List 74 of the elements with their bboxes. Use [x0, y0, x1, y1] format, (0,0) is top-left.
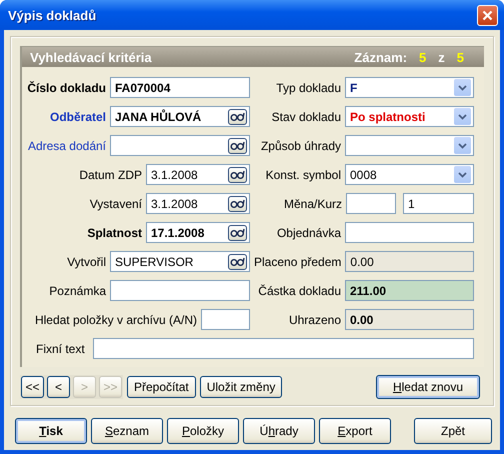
readonly-field: 0.00	[345, 309, 474, 330]
input-field[interactable]	[110, 280, 250, 301]
field-label: Konst. symbol	[266, 168, 341, 182]
field-label: Adresa dodání	[28, 138, 106, 152]
glasses-icon	[230, 228, 245, 237]
record-current: 5	[419, 50, 426, 64]
glasses-icon	[230, 199, 245, 208]
input-field[interactable]	[345, 222, 474, 243]
input-field[interactable]: SUPERVISOR	[110, 251, 250, 272]
lookup-button[interactable]	[228, 166, 247, 182]
footer-button[interactable]: Tisk	[15, 418, 87, 444]
input-field[interactable]	[201, 309, 250, 330]
input-field[interactable]: 3.1.2008	[146, 193, 250, 214]
field-label: Datum ZDP	[79, 168, 142, 182]
field-label: Typ dokladu	[276, 80, 341, 94]
action-button[interactable]: Přepočítat	[127, 376, 196, 398]
input-field[interactable]: JANA HŮLOVÁ	[110, 106, 250, 127]
field-label: Měna/Kurz	[284, 196, 342, 210]
record-of: z	[438, 50, 445, 64]
input-field[interactable]: 1	[403, 193, 474, 214]
chevron-down-icon	[458, 114, 467, 120]
chevron-down-icon	[458, 84, 467, 90]
footer-button[interactable]: Zpět	[414, 418, 492, 444]
nav-button[interactable]: <<	[21, 376, 44, 398]
field-label: Vytvořil	[67, 254, 106, 268]
record-label: Záznam:	[354, 50, 408, 64]
glasses-icon	[230, 141, 245, 150]
lookup-button[interactable]	[228, 224, 247, 240]
chevron-down-icon	[458, 142, 467, 148]
input-field[interactable]: FA070004	[110, 77, 250, 98]
close-icon	[482, 10, 493, 20]
dropdown-field[interactable]: Po splatnosti	[345, 106, 474, 127]
footer-button[interactable]: Seznam	[91, 418, 163, 444]
lookup-button[interactable]	[228, 138, 247, 154]
field-label: Objednávka	[276, 226, 341, 240]
footer-button[interactable]: Export	[319, 418, 391, 444]
dropdown-field[interactable]	[345, 135, 474, 156]
section-title: Vyhledávací kritéria	[30, 50, 152, 64]
lookup-button[interactable]	[228, 108, 247, 124]
glasses-icon	[230, 170, 245, 179]
field-label: Uhrazeno	[288, 312, 341, 326]
readonly-field: 0.00	[345, 251, 474, 272]
dropdown-field[interactable]: F	[345, 77, 474, 98]
field-label: Splatnost	[87, 226, 142, 240]
footer-button[interactable]: Úhrady	[243, 418, 315, 444]
field-label: Způsob úhrady	[260, 138, 341, 152]
field-label: Placeno předem	[254, 254, 342, 268]
window-title: Výpis dokladů	[8, 8, 96, 22]
input-field[interactable]	[110, 135, 250, 156]
field-label: Odběratel	[50, 110, 106, 124]
input-field[interactable]: 17.1.2008	[146, 222, 250, 243]
record-total: 5	[456, 50, 464, 64]
chevron-down-icon	[458, 172, 467, 178]
readonly-field: 211.00	[345, 280, 474, 301]
field-label: Fixní text	[36, 342, 85, 356]
input-field[interactable]: 3.1.2008	[146, 164, 250, 185]
field-label: Poznámka	[49, 284, 106, 298]
search-again-button[interactable]: Hledat znovu	[376, 375, 480, 399]
field-label: Hledat položky v archívu (A/N)	[34, 312, 197, 326]
action-button[interactable]: Uložit změny	[200, 376, 282, 398]
lookup-button[interactable]	[228, 254, 247, 270]
glasses-icon	[230, 257, 245, 266]
input-field[interactable]	[346, 193, 396, 214]
field-label: Vystavení	[90, 196, 142, 210]
field-label: Stav dokladu	[272, 110, 341, 124]
glasses-icon	[230, 112, 245, 121]
nav-button[interactable]: <	[47, 376, 70, 398]
lookup-button[interactable]	[228, 196, 247, 212]
input-field[interactable]	[92, 338, 474, 359]
field-label: Částka dokladu	[258, 284, 341, 298]
dropdown-field[interactable]: 0008	[345, 164, 474, 185]
footer-button[interactable]: Položky	[167, 418, 239, 444]
close-button[interactable]	[477, 4, 498, 26]
field-label: Číslo dokladu	[27, 80, 106, 94]
